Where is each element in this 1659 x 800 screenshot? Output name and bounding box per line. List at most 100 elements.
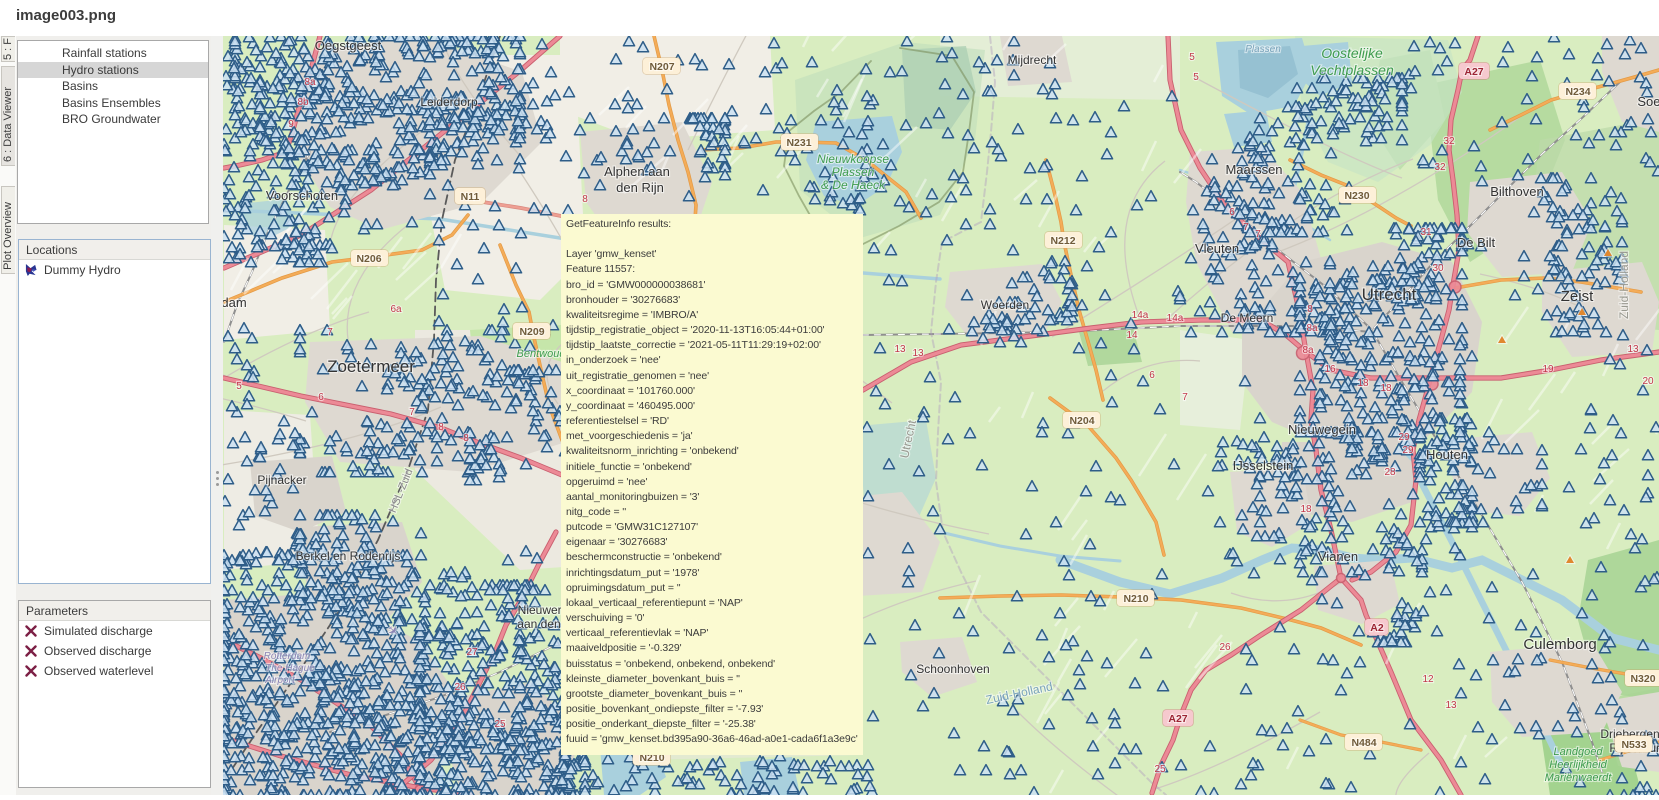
svg-text:6a: 6a [390,304,402,315]
svg-text:Oostelijke: Oostelijke [1321,45,1383,61]
svg-text:A27: A27 [1464,66,1483,78]
svg-text:8: 8 [438,422,444,433]
svg-text:N209: N209 [519,326,544,338]
svg-text:6: 6 [1229,207,1235,218]
svg-text:26: 26 [454,682,466,693]
svg-text:Nieuwegein: Nieuwegein [1288,422,1356,437]
svg-text:Zuid-Holland: Zuid-Holland [1617,251,1631,319]
svg-text:dam: dam [223,295,247,310]
svg-text:N204: N204 [1069,415,1094,427]
svg-text:31: 31 [1420,227,1432,238]
svg-text:26: 26 [1219,642,1231,653]
svg-text:Nieuwkoopse: Nieuwkoopse [817,152,889,166]
svg-text:N207: N207 [649,61,674,73]
svg-text:Maarssen: Maarssen [1225,162,1282,177]
svg-text:Plassen: Plassen [832,165,875,179]
svg-text:N484: N484 [1351,737,1376,749]
svg-text:8a: 8a [304,77,316,88]
svg-text:8a: 8a [1306,323,1318,334]
svg-text:Woerden: Woerden [981,298,1029,312]
svg-text:14: 14 [1126,330,1138,341]
svg-text:32: 32 [1434,162,1446,173]
svg-text:den Rijn: den Rijn [616,180,664,195]
svg-text:13: 13 [894,344,906,355]
svg-text:14a: 14a [1167,313,1184,324]
svg-text:5: 5 [1189,52,1195,63]
svg-text:Pijnacker: Pijnacker [257,473,306,487]
svg-text:Leiderdorp: Leiderdorp [420,95,478,109]
svg-text:8b: 8b [297,97,309,108]
svg-text:29: 29 [1402,445,1414,456]
svg-text:The Hague: The Hague [265,663,315,674]
svg-text:Houten: Houten [1426,447,1468,462]
svg-text:7: 7 [409,407,415,418]
svg-text:Utrecht: Utrecht [1362,285,1417,304]
svg-text:7: 7 [1243,222,1249,233]
svg-text:Mariënwaerdt: Mariënwaerdt [1545,772,1613,784]
svg-text:8: 8 [582,194,588,205]
svg-text:18: 18 [1380,383,1392,394]
svg-text:Soest: Soest [1637,94,1659,109]
svg-text:N11: N11 [461,191,480,203]
svg-text:29: 29 [1398,432,1410,443]
svg-text:25: 25 [1154,764,1166,775]
svg-text:13: 13 [1627,344,1639,355]
svg-text:Landgoed: Landgoed [1554,746,1604,758]
svg-text:Heerlijkheid: Heerlijkheid [1549,759,1607,771]
svg-text:8: 8 [463,433,469,444]
svg-text:N320: N320 [1630,673,1655,685]
svg-text:Zeist: Zeist [1561,288,1594,305]
svg-text:18: 18 [1300,504,1312,515]
svg-text:Mijdrecht: Mijdrecht [1008,53,1057,67]
svg-text:6: 6 [1149,370,1155,381]
svg-text:7: 7 [1182,392,1188,403]
svg-text:27: 27 [466,647,478,658]
svg-text:13: 13 [1445,700,1457,711]
svg-text:14a: 14a [1132,310,1149,321]
svg-text:13: 13 [912,348,924,359]
svg-text:18: 18 [1357,378,1369,389]
svg-text:Zoetermeer: Zoetermeer [327,357,415,376]
svg-text:Vleuten: Vleuten [1195,241,1239,256]
svg-text:25: 25 [494,719,506,730]
svg-text:N231: N231 [786,137,811,149]
svg-text:Voorschoten: Voorschoten [266,188,338,203]
svg-text:Berkel en Rodenrijs: Berkel en Rodenrijs [296,549,401,563]
svg-text:28: 28 [1384,467,1396,478]
svg-text:Plassen: Plassen [1245,44,1281,55]
svg-text:Alphen aan: Alphen aan [604,164,670,179]
svg-text:De Meern: De Meern [1221,311,1274,325]
svg-text:Schoonhoven: Schoonhoven [916,662,989,676]
svg-text:7: 7 [1255,229,1261,240]
svg-text:Vechtplassen: Vechtplassen [1310,62,1394,78]
svg-text:9: 9 [288,119,294,130]
svg-text:Bentwoud: Bentwoud [517,348,567,360]
svg-text:5: 5 [1193,72,1199,83]
svg-text:32: 32 [1443,136,1455,147]
svg-text:IJsselstein: IJsselstein [1233,458,1294,473]
svg-text:Vianen: Vianen [1318,549,1358,564]
svg-text:30: 30 [1432,263,1444,274]
svg-text:Oegstgeest: Oegstgeest [315,38,382,53]
svg-text:A2: A2 [1370,622,1384,634]
svg-text:7: 7 [327,327,333,338]
svg-text:16: 16 [1324,364,1336,375]
svg-text:De Bilt: De Bilt [1457,235,1496,250]
svg-text:20: 20 [1642,376,1654,387]
svg-text:N210: N210 [1123,593,1148,605]
svg-text:N206: N206 [356,253,381,265]
svg-text:19: 19 [1542,364,1554,375]
svg-text:N230: N230 [1344,190,1369,202]
svg-text:Culemborg: Culemborg [1523,636,1596,653]
svg-text:N212: N212 [1050,235,1075,247]
svg-text:N234: N234 [1565,86,1590,98]
svg-text:8a: 8a [1302,345,1314,356]
svg-text:Airport: Airport [264,675,296,686]
svg-text:5: 5 [236,381,242,392]
svg-text:A27: A27 [1168,713,1187,725]
svg-text:6: 6 [318,392,324,403]
svg-text:& De Haeck: & De Haeck [821,178,886,192]
svg-text:Bilthoven: Bilthoven [1490,184,1543,199]
svg-text:12: 12 [1422,674,1434,685]
svg-text:N533: N533 [1621,739,1646,751]
